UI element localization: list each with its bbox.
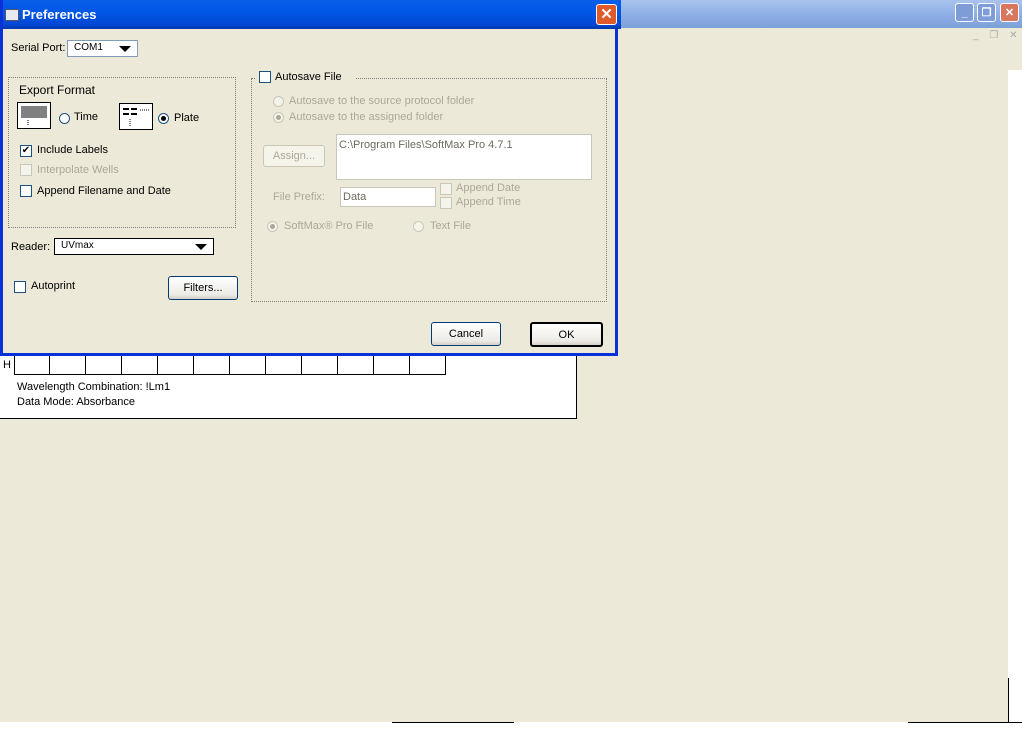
softmax-file-radio[interactable] — [267, 221, 278, 232]
autosave-checkbox[interactable] — [259, 71, 271, 83]
append-time-label: Append Time — [456, 196, 521, 208]
divider — [392, 722, 514, 723]
append-date-label: Append Date — [456, 182, 521, 194]
right-scroll-area — [1008, 70, 1022, 722]
plate-well[interactable] — [86, 355, 122, 375]
wavelength-combination: Wavelength Combination: !Lm1 — [17, 381, 171, 393]
plate-well[interactable] — [122, 355, 158, 375]
file-prefix-value: Data — [343, 191, 367, 203]
reader-value: UVmax — [61, 240, 94, 251]
autosave-path-value: C:\Program Files\SoftMax Pro 4.7.1 — [339, 139, 513, 151]
autosave-source-radio[interactable] — [273, 96, 284, 107]
append-filename-checkbox[interactable] — [20, 185, 32, 197]
window-icon — [5, 9, 19, 21]
dropdown-arrow-icon — [119, 46, 131, 52]
serial-port-label: Serial Port: — [11, 42, 66, 54]
plate-well[interactable] — [14, 355, 50, 375]
maximize-button[interactable]: ❐ — [977, 3, 996, 22]
autoprint-checkbox[interactable] — [14, 281, 26, 293]
interpolate-wells-checkbox[interactable] — [20, 164, 32, 176]
serial-port-select[interactable]: COM1 — [67, 40, 138, 57]
autoprint-label: Autoprint — [31, 280, 76, 292]
reader-label: Reader: — [11, 241, 51, 253]
plate-well[interactable] — [230, 355, 266, 375]
ok-button[interactable]: OK — [530, 322, 603, 347]
autosave-path-field[interactable]: C:\Program Files\SoftMax Pro 4.7.1 — [336, 134, 592, 180]
reader-select[interactable]: UVmax — [54, 238, 214, 255]
divider — [1008, 678, 1009, 722]
append-date-checkbox[interactable] — [440, 183, 452, 195]
plate-well[interactable] — [302, 355, 338, 375]
plate-format-icon — [119, 103, 153, 130]
autosave-label: Autosave File — [275, 71, 342, 83]
plate-well[interactable] — [50, 355, 86, 375]
plate-row-label: H — [3, 359, 11, 371]
include-labels-checkbox[interactable]: ✔ — [20, 145, 32, 157]
dropdown-arrow-icon — [195, 244, 207, 250]
softmax-file-label: SoftMax® Pro File — [284, 220, 374, 232]
mdi-window-controls[interactable]: _ ❐ ✕ — [973, 30, 1021, 41]
text-file-label: Text File — [430, 220, 471, 232]
text-file-radio[interactable] — [413, 221, 424, 232]
dialog-title: Preferences — [22, 7, 97, 22]
file-prefix-label: File Prefix: — [273, 191, 325, 203]
cancel-button[interactable]: Cancel — [431, 322, 501, 346]
export-format-title: Export Format — [19, 83, 96, 97]
plate-well[interactable] — [338, 355, 374, 375]
status-area — [0, 722, 1022, 736]
file-prefix-field[interactable]: Data — [340, 187, 436, 207]
plate-well[interactable] — [266, 355, 302, 375]
divider — [908, 722, 1022, 723]
plate-well[interactable] — [158, 355, 194, 375]
append-time-checkbox[interactable] — [440, 197, 452, 209]
serial-port-value: COM1 — [74, 42, 103, 53]
close-button[interactable]: ✕ — [596, 4, 617, 25]
time-format-icon — [17, 102, 51, 129]
time-radio[interactable] — [59, 113, 70, 124]
autosave-assigned-radio[interactable] — [273, 112, 284, 123]
time-radio-label: Time — [74, 111, 99, 123]
data-mode: Data Mode: Absorbance — [17, 396, 136, 408]
plate-well[interactable] — [374, 355, 410, 375]
interpolate-wells-label: Interpolate Wells — [37, 164, 119, 176]
autosave-source-label: Autosave to the source protocol folder — [289, 95, 475, 107]
minimize-button[interactable]: _ — [955, 3, 974, 22]
preferences-dialog: Preferences ✕ Serial Port: COM1 Export F… — [0, 0, 621, 356]
plate-radio-label: Plate — [174, 112, 200, 124]
filters-button[interactable]: Filters... — [168, 276, 238, 300]
plate-well[interactable] — [410, 355, 446, 375]
close-button[interactable]: ✕ — [1000, 3, 1019, 22]
assign-button[interactable]: Assign... — [263, 145, 325, 167]
include-labels-label: Include Labels — [37, 144, 108, 156]
autosave-assigned-label: Autosave to the assigned folder — [289, 111, 444, 123]
plate-well[interactable] — [194, 355, 230, 375]
append-filename-label: Append Filename and Date — [37, 185, 171, 197]
plate-radio[interactable] — [158, 113, 169, 124]
plate-row-h: H — [0, 355, 446, 375]
